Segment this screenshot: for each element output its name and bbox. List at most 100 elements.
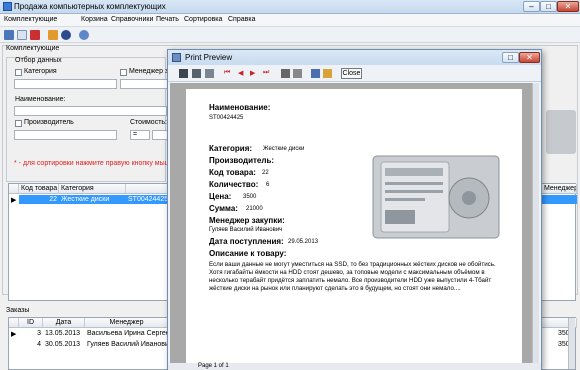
save-file-icon[interactable] (311, 69, 320, 78)
maximize-button[interactable]: □ (540, 1, 557, 12)
preview-status-text: Page 1 of 1 (198, 363, 229, 369)
orders-cell-id[interactable]: 3 (19, 329, 43, 338)
preview-title: Print Preview (185, 53, 233, 62)
orders-cell-manager[interactable]: Гуляев Василий Иванович (85, 340, 169, 349)
prev-page-icon[interactable]: ◀ (238, 69, 243, 77)
menu-item-cart[interactable]: Корзина (81, 16, 108, 23)
cost-operator-select[interactable]: = (130, 130, 150, 140)
window-title: Продажа компьютерных комплектующих (14, 2, 166, 11)
orders-cell-id[interactable]: 4 (19, 340, 43, 349)
print-icon[interactable] (281, 69, 290, 78)
menu-item-sort[interactable]: Сортировка (184, 16, 222, 23)
zoom-icon[interactable] (179, 69, 188, 78)
last-page-icon[interactable]: ⏭ (263, 69, 269, 77)
name-label: Наименование: (15, 96, 66, 103)
page-one-icon[interactable] (192, 69, 201, 78)
orders-header-manager[interactable]: Менеджер (85, 318, 169, 328)
preview-maximize-button[interactable]: □ (502, 52, 519, 63)
manager-checkbox-label: Менеджер за (129, 68, 173, 75)
grid-header-manager[interactable]: Менеджер закупки, руб. (542, 184, 577, 194)
orders-cell-date[interactable]: 13.05.2013 (43, 329, 85, 338)
menu-item-components[interactable]: Комплектующие (4, 16, 57, 23)
field-date-value: 29.05.2013 (288, 239, 319, 245)
field-category-value: Жесткие диски (263, 146, 305, 152)
grid-cell-name[interactable]: ST00424425 (126, 195, 171, 204)
menu-item-help[interactable]: Справка (228, 16, 255, 23)
orders-scrollbar[interactable] (568, 318, 575, 369)
hdd-image (371, 152, 503, 242)
preview-title-bar: Print Preview □ ✕ (168, 50, 541, 65)
minimize-button[interactable]: – (523, 1, 540, 12)
page-two-icon[interactable] (205, 69, 214, 78)
field-date-label: Дата поступления: (209, 237, 284, 246)
field-price-label: Цена: (209, 192, 232, 201)
components-panel-title: Комплектующие (6, 45, 60, 52)
print-setup-icon[interactable] (293, 69, 302, 78)
row-pointer: ▶ (11, 197, 17, 204)
category-checkbox-label: Категория (24, 68, 57, 75)
category-select[interactable] (14, 79, 117, 89)
field-name-label: Наименование: (209, 103, 271, 112)
manager-checkbox[interactable] (120, 69, 127, 76)
cart-icon[interactable] (48, 30, 58, 40)
manufacturer-checkbox[interactable] (15, 120, 22, 127)
menu-item-references[interactable]: Справочники (111, 16, 153, 23)
preview-toolbar: ⏮ ◀ ▶ ⏭ Close (168, 65, 541, 82)
field-name-value: ST00424425 (209, 115, 244, 121)
orders-header-date[interactable]: Дата (43, 318, 85, 328)
field-qty-label: Количество: (209, 180, 259, 189)
orders-header-id[interactable]: ID (19, 318, 43, 328)
field-price-value: 3500 (243, 194, 257, 200)
grid-header-corner (9, 184, 19, 194)
orders-header-corner (9, 318, 19, 328)
close-button[interactable]: ✕ (557, 1, 579, 12)
preview-status-bar: Page 1 of 1 (168, 363, 541, 370)
print-preview-window: Print Preview □ ✕ ⏮ ◀ ▶ ⏭ Close Наименов… (167, 49, 542, 370)
cost-label: Стоимость: (130, 119, 167, 126)
field-manager-value: Гуляев Василий Иванович (209, 227, 283, 233)
report-page: Наименование: ST00424425 Категория: Жест… (186, 89, 522, 363)
field-qty-value: 6 (266, 182, 270, 188)
menu-bar: Комплектующие Корзина Справочники Печать… (0, 14, 580, 27)
open-file-icon[interactable] (323, 69, 332, 78)
edit-icon[interactable] (17, 30, 27, 40)
grid-cell-manager[interactable] (542, 195, 577, 204)
field-code-value: 22 (262, 170, 269, 176)
grid-header-category[interactable]: Категория (59, 184, 126, 194)
orders-row-pointer: ▶ (11, 331, 17, 338)
orders-cell-date[interactable]: 30.05.2013 (43, 340, 85, 349)
title-bar: Продажа компьютерных комплектующих – □ ✕ (0, 0, 580, 14)
refresh-icon[interactable] (79, 30, 89, 40)
field-sum-label: Сумма: (209, 204, 238, 213)
name-input[interactable] (14, 106, 167, 116)
grid-header-code[interactable]: Код товара (19, 184, 59, 194)
manufacturer-checkbox-label: Производитель (24, 119, 74, 126)
menu-item-print[interactable]: Печать (156, 16, 179, 23)
field-desc-label: Описание к товару: (209, 249, 287, 258)
product-image-thumbnail (546, 110, 576, 154)
preview-area: Наименование: ST00424425 Категория: Жест… (170, 83, 539, 363)
manager-select[interactable] (120, 79, 168, 89)
search-icon[interactable] (61, 30, 71, 40)
field-category-label: Категория: (209, 144, 253, 153)
category-checkbox[interactable] (15, 69, 22, 76)
grid-cell-code[interactable]: 22 (19, 195, 59, 204)
field-manufacturer-label: Производитель: (209, 156, 275, 165)
toolbar (0, 27, 580, 43)
save-icon[interactable] (4, 30, 14, 40)
preview-close-button[interactable]: Close (341, 68, 362, 79)
app-icon (3, 2, 12, 11)
cost-input[interactable] (152, 130, 168, 140)
grid-cell-category[interactable]: Жесткие диски (59, 195, 126, 204)
first-page-icon[interactable]: ⏮ (224, 69, 230, 77)
next-page-icon[interactable]: ▶ (250, 69, 255, 77)
field-sum-value: 21000 (246, 206, 263, 212)
delete-icon[interactable] (30, 30, 40, 40)
preview-close-window-button[interactable]: ✕ (519, 52, 540, 63)
filter-group-title: Отбор данных (15, 57, 62, 64)
field-manager-label: Менеджер закупки: (209, 216, 285, 225)
preview-scrollbar[interactable] (532, 83, 539, 363)
orders-cell-manager[interactable]: Васильева Ирина Сергеевн (85, 329, 169, 338)
manufacturer-select[interactable] (14, 130, 117, 140)
grid-header-name[interactable] (126, 184, 171, 194)
